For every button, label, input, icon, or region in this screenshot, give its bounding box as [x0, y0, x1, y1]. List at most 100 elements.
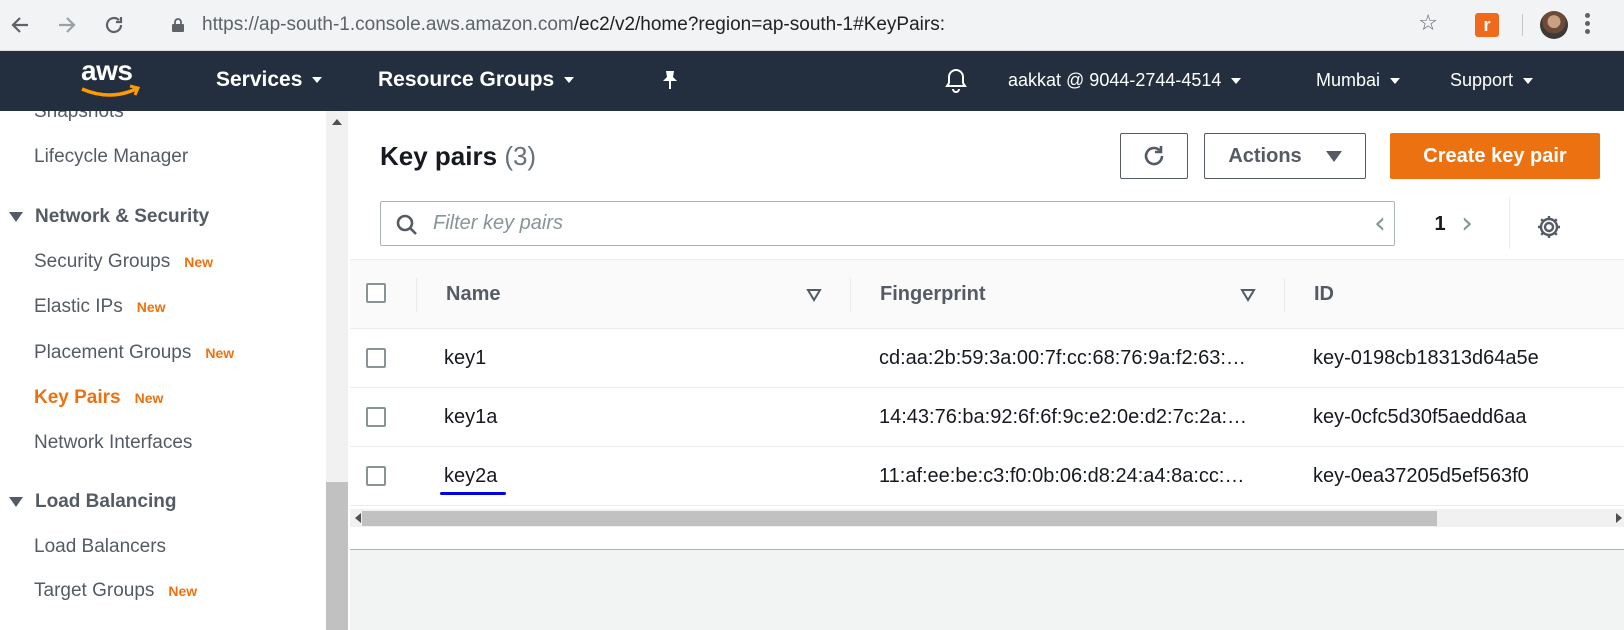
- support-label: Support: [1450, 70, 1514, 90]
- chevron-down-icon: [1231, 78, 1242, 85]
- sidebar-item-lifecycle-manager[interactable]: Lifecycle Manager: [34, 146, 188, 168]
- triangle-down-icon: [9, 211, 23, 222]
- support-menu[interactable]: Support: [1450, 51, 1534, 111]
- sidebar-scrollbar[interactable]: [326, 111, 348, 630]
- key-pair-name[interactable]: key1a: [444, 388, 497, 446]
- bookmark-star-icon[interactable]: ☆: [1418, 11, 1438, 36]
- account-label: aakkat @ 9044-2744-4514: [1008, 70, 1222, 90]
- resource-groups-label: Resource Groups: [378, 68, 555, 91]
- row-checkbox[interactable]: [366, 407, 386, 427]
- aws-logo[interactable]: aws: [81, 55, 133, 87]
- sidebar-scrollbar-thumb[interactable]: [326, 482, 348, 630]
- browser-menu-icon[interactable]: [1584, 10, 1590, 40]
- url-host: https://ap-south-1.console.aws.amazon.co…: [202, 14, 574, 35]
- column-header-id[interactable]: ID: [1314, 260, 1334, 328]
- table-row[interactable]: key1 cd:aa:2b:59:3a:00:7f:cc:68:76:9a:f2…: [350, 329, 1624, 388]
- column-divider[interactable]: [850, 278, 851, 312]
- actions-button[interactable]: Actions: [1204, 133, 1366, 179]
- table-header: Name Fingerprint ID: [350, 259, 1624, 329]
- account-menu[interactable]: aakkat @ 9044-2744-4514: [1008, 51, 1242, 111]
- gear-icon[interactable]: [1536, 214, 1562, 240]
- url-text: https://ap-south-1.console.aws.amazon.co…: [202, 5, 945, 45]
- column-divider: [416, 278, 417, 312]
- table-row[interactable]: key1a 14:43:76:ba:92:6f:6f:9c:e2:0e:d2:7…: [350, 388, 1624, 447]
- refresh-button[interactable]: [1120, 133, 1188, 179]
- new-badge: New: [184, 254, 214, 270]
- chevron-down-icon: [1523, 78, 1534, 85]
- column-divider[interactable]: [1284, 278, 1285, 312]
- resource-groups-menu[interactable]: Resource Groups: [378, 51, 575, 111]
- create-key-pair-button[interactable]: Create key pair: [1390, 133, 1600, 179]
- sidebar-item-label: Lifecycle Manager: [34, 146, 189, 167]
- table-horizontal-scrollbar[interactable]: [350, 509, 1624, 527]
- column-header-fingerprint[interactable]: Fingerprint: [880, 260, 986, 328]
- item-count: (3): [504, 141, 537, 171]
- scroll-right-arrow-icon[interactable]: [1616, 513, 1622, 523]
- services-menu[interactable]: Services: [216, 51, 323, 111]
- region-label: Mumbai: [1316, 70, 1381, 90]
- sidebar-item-label: Key Pairs: [34, 387, 121, 408]
- chevron-down-icon: [1390, 78, 1401, 85]
- bell-icon[interactable]: [944, 67, 968, 93]
- sidebar-section-network-security[interactable]: Network & Security: [9, 206, 209, 228]
- new-badge: New: [168, 583, 198, 599]
- new-badge: New: [134, 390, 164, 406]
- filter-placeholder: Filter key pairs: [433, 212, 564, 234]
- sidebar-item-key-pairs[interactable]: Key Pairs New: [34, 387, 163, 409]
- table-row[interactable]: key2a 11:af:ee:be:c3:f0:0b:06:d8:24:a4:8…: [350, 447, 1624, 506]
- page-title-text: Key pairs: [380, 141, 498, 171]
- profile-avatar[interactable]: [1540, 11, 1568, 39]
- page-number[interactable]: 1: [1430, 207, 1450, 241]
- key-pair-name[interactable]: key2a: [444, 447, 497, 505]
- sidebar-item-security-groups[interactable]: Security Groups New: [34, 251, 213, 273]
- key-pair-name[interactable]: key1: [444, 329, 486, 387]
- pagination-divider: [1509, 197, 1510, 249]
- select-all-checkbox[interactable]: [366, 283, 386, 303]
- sidebar-item-label: Target Groups: [34, 580, 155, 601]
- extension-icon[interactable]: r: [1475, 13, 1499, 37]
- row-checkbox[interactable]: [366, 348, 386, 368]
- new-badge: New: [136, 299, 166, 315]
- services-label: Services: [216, 68, 303, 91]
- scroll-up-arrow-icon[interactable]: [332, 119, 342, 125]
- page-title: Key pairs (3): [380, 141, 536, 172]
- sidebar-item-target-groups[interactable]: Target Groups New: [34, 580, 197, 602]
- toolbar-divider: [1522, 14, 1523, 36]
- horizontal-scrollbar-thumb[interactable]: [362, 511, 1437, 526]
- sidebar-section-load-balancing[interactable]: Load Balancing: [9, 491, 176, 513]
- row-checkbox[interactable]: [366, 466, 386, 486]
- link-underline: [440, 492, 506, 495]
- pin-icon[interactable]: [660, 69, 680, 96]
- sidebar-section-label: Network & Security: [35, 206, 210, 227]
- caret-down-icon: [1325, 150, 1342, 162]
- sidebar-item-elastic-ips[interactable]: Elastic IPs New: [34, 296, 166, 318]
- sort-icon[interactable]: [806, 288, 822, 302]
- filter-input[interactable]: Filter key pairs: [380, 201, 1395, 246]
- aws-top-nav: aws Services Resource Groups aakkat @ 90…: [0, 51, 1624, 111]
- sidebar-item-label: Network Interfaces: [34, 432, 193, 453]
- lock-icon: [172, 18, 184, 32]
- triangle-down-icon: [9, 496, 23, 507]
- url-path: /ec2/v2/home?region=ap-south-1#KeyPairs:: [573, 14, 946, 35]
- key-pairs-panel: Key pairs (3) Actions Create key pair Fi…: [350, 111, 1624, 550]
- chevron-down-icon: [564, 77, 575, 84]
- sidebar-item-label: Snapshots: [34, 111, 124, 122]
- sidebar-item-snapshots[interactable]: Snapshots: [34, 111, 124, 123]
- sidebar-item-label: Security Groups: [34, 251, 171, 272]
- back-arrow-icon[interactable]: [4, 9, 36, 41]
- column-header-name[interactable]: Name: [446, 260, 500, 328]
- next-page-icon[interactable]: ›: [1461, 207, 1473, 241]
- key-pair-fingerprint: 11:af:ee:be:c3:f0:0b:06:d8:24:a4:8a:cc:…: [879, 465, 1245, 487]
- scroll-left-arrow-icon[interactable]: [355, 513, 361, 523]
- sidebar: Snapshots Lifecycle Manager Network & Se…: [0, 111, 350, 630]
- forward-arrow-icon[interactable]: [51, 9, 83, 41]
- previous-page-icon[interactable]: ‹: [1374, 207, 1386, 241]
- sort-icon[interactable]: [1240, 288, 1256, 302]
- key-pair-id: key-0198cb18313d64a5e: [1313, 347, 1539, 369]
- sidebar-item-network-interfaces[interactable]: Network Interfaces: [34, 432, 192, 454]
- sidebar-item-placement-groups[interactable]: Placement Groups New: [34, 342, 234, 364]
- reload-icon[interactable]: [98, 9, 130, 41]
- sidebar-item-load-balancers[interactable]: Load Balancers: [34, 536, 166, 558]
- region-menu[interactable]: Mumbai: [1316, 51, 1401, 111]
- address-bar[interactable]: https://ap-south-1.console.aws.amazon.co…: [152, 5, 1454, 45]
